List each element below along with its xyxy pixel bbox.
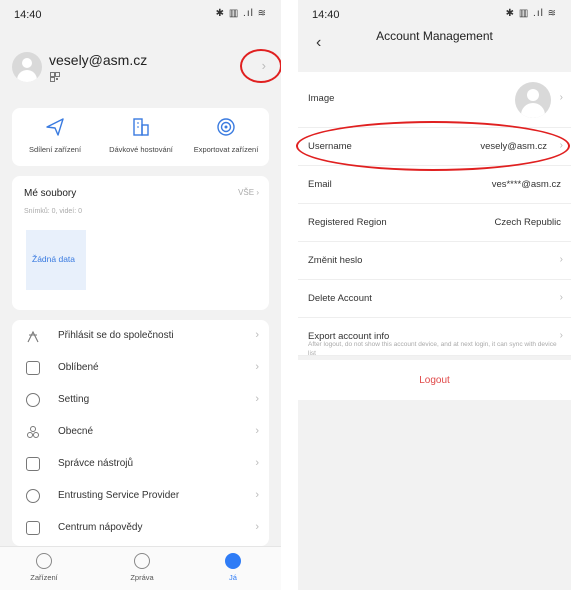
- my-files-title: Mé soubory: [24, 188, 77, 199]
- logout-label: Logout: [419, 375, 450, 386]
- page-title: Account Management: [376, 29, 493, 43]
- tab-label: Zpráva: [130, 573, 154, 582]
- tab-me[interactable]: Já: [203, 553, 263, 582]
- menu-item-setting[interactable]: Setting ›: [12, 384, 269, 416]
- tab-messages[interactable]: Zpráva: [112, 553, 172, 582]
- chevron-right-icon: ›: [255, 329, 259, 341]
- view-all-label: VŠE: [238, 188, 255, 197]
- chevron-right-icon: ›: [255, 425, 259, 437]
- highlight-circle: [240, 49, 281, 83]
- region-label: Registered Region: [308, 217, 387, 228]
- nav-header: ‹ Account Management: [298, 26, 571, 62]
- bottom-tab-bar: Zařízení Zpráva Já: [0, 546, 281, 590]
- chevron-right-icon: ›: [559, 292, 563, 303]
- avatar: [515, 82, 551, 118]
- status-icons: ✱ ▥ .ıl ≋: [215, 8, 267, 19]
- chevron-right-icon: ›: [255, 393, 259, 405]
- qr-code-icon[interactable]: [50, 72, 60, 85]
- email-value: ves****@asm.cz: [491, 179, 561, 190]
- menu-item-entrusting-service-provider[interactable]: Entrusting Service Provider ›: [12, 480, 269, 512]
- menu-label: Setting: [58, 394, 90, 405]
- help-icon: [26, 521, 40, 535]
- batch-hosting-button[interactable]: Dávkové hostování: [98, 108, 184, 154]
- account-management-screen: 14:40 ✱ ▥ .ıl ≋ ‹ Account Management Ima…: [298, 0, 571, 590]
- change-password-row[interactable]: Změnit heslo ›: [298, 242, 571, 280]
- status-bar: 14:40 ✱ ▥ .ıl ≋: [0, 0, 281, 30]
- share-device-button[interactable]: Sdílení zařízení: [12, 108, 98, 154]
- logout-hint: After logout, do not show this account d…: [308, 341, 557, 357]
- menu-label: Přihlásit se do společnosti: [58, 330, 174, 341]
- building-icon: [133, 118, 149, 136]
- image-row[interactable]: Image ›: [298, 72, 571, 128]
- company-icon: [26, 329, 40, 343]
- message-icon: [134, 553, 150, 569]
- menu-item-company-login[interactable]: Přihlásit se do společnosti ›: [12, 320, 269, 352]
- tab-label: Já: [229, 573, 237, 582]
- view-all-link[interactable]: VŠE ›: [238, 188, 259, 197]
- status-time: 14:40: [312, 9, 340, 21]
- chevron-right-icon: ›: [255, 489, 259, 501]
- service-provider-icon: [26, 489, 40, 503]
- account-settings-list: Image › Username vesely@asm.cz › Email v…: [298, 72, 571, 356]
- export-target-icon: [217, 118, 235, 136]
- avatar[interactable]: [12, 52, 42, 82]
- region-value: Czech Republic: [494, 217, 561, 228]
- back-arrow-icon[interactable]: ‹: [316, 34, 321, 52]
- camera-icon: [36, 553, 52, 569]
- menu-item-help-center[interactable]: Centrum nápovědy ›: [12, 512, 269, 544]
- my-files-card: Mé soubory VŠE › Snímků: 0, videí: 0 Žád…: [12, 176, 269, 310]
- settings-menu: Přihlásit se do společnosti › Oblíbené ›…: [12, 320, 269, 546]
- email-label: Email: [308, 179, 332, 190]
- send-icon: [46, 118, 64, 136]
- share-device-label: Sdílení zařízení: [28, 145, 82, 154]
- username-highlight-ellipse: [296, 121, 570, 171]
- image-label: Image: [308, 93, 335, 104]
- no-data-tile: Žádná data: [26, 230, 86, 290]
- export-device-label: Exportovat zařízení: [193, 145, 259, 154]
- status-icons: ✱ ▥ .ıl ≋: [505, 8, 557, 19]
- tab-label: Zařízení: [30, 573, 58, 582]
- change-password-label: Změnit heslo: [308, 255, 363, 266]
- region-row: Registered Region Czech Republic: [298, 204, 571, 242]
- chevron-right-icon: ›: [559, 92, 563, 103]
- general-icon: [26, 425, 40, 439]
- export-device-button[interactable]: Exportovat zařízení: [183, 108, 269, 154]
- me-icon: [225, 553, 241, 569]
- logout-button[interactable]: Logout: [298, 360, 571, 400]
- my-profile-screen: 14:40 ✱ ▥ .ıl ≋ vesely@asm.cz › Sdílení …: [0, 0, 281, 590]
- profile-header[interactable]: vesely@asm.cz ›: [0, 30, 281, 100]
- settings-icon: [26, 393, 40, 407]
- menu-item-general[interactable]: Obecné ›: [12, 416, 269, 448]
- profile-username: vesely@asm.cz: [49, 52, 148, 68]
- chevron-right-icon: ›: [255, 361, 259, 373]
- menu-label: Správce nástrojů: [58, 458, 134, 469]
- chevron-right-icon: ›: [559, 254, 563, 265]
- menu-item-tool-manager[interactable]: Správce nástrojů ›: [12, 448, 269, 480]
- menu-label: Entrusting Service Provider: [58, 490, 180, 501]
- menu-label: Obecné: [58, 426, 94, 437]
- delete-account-label: Delete Account: [308, 293, 372, 304]
- status-time: 14:40: [14, 9, 42, 21]
- no-data-label: Žádná data: [32, 254, 76, 264]
- batch-hosting-label: Dávkové hostování: [109, 145, 173, 154]
- menu-label: Centrum nápovědy: [58, 522, 143, 533]
- files-summary: Snímků: 0, videí: 0: [24, 208, 82, 215]
- chevron-right-icon: ›: [255, 457, 259, 469]
- chevron-right-icon: ›: [256, 188, 259, 197]
- email-row: Email ves****@asm.cz: [298, 166, 571, 204]
- chevron-right-icon: ›: [255, 521, 259, 533]
- quick-actions-card: Sdílení zařízení Dávkové hostování Expor…: [12, 108, 269, 166]
- delete-account-row[interactable]: Delete Account ›: [298, 280, 571, 318]
- menu-label: Oblíbené: [58, 362, 99, 373]
- toolbox-icon: [26, 457, 40, 471]
- favorites-icon: [26, 361, 40, 375]
- tab-devices[interactable]: Zařízení: [14, 553, 74, 582]
- menu-item-favorites[interactable]: Oblíbené ›: [12, 352, 269, 384]
